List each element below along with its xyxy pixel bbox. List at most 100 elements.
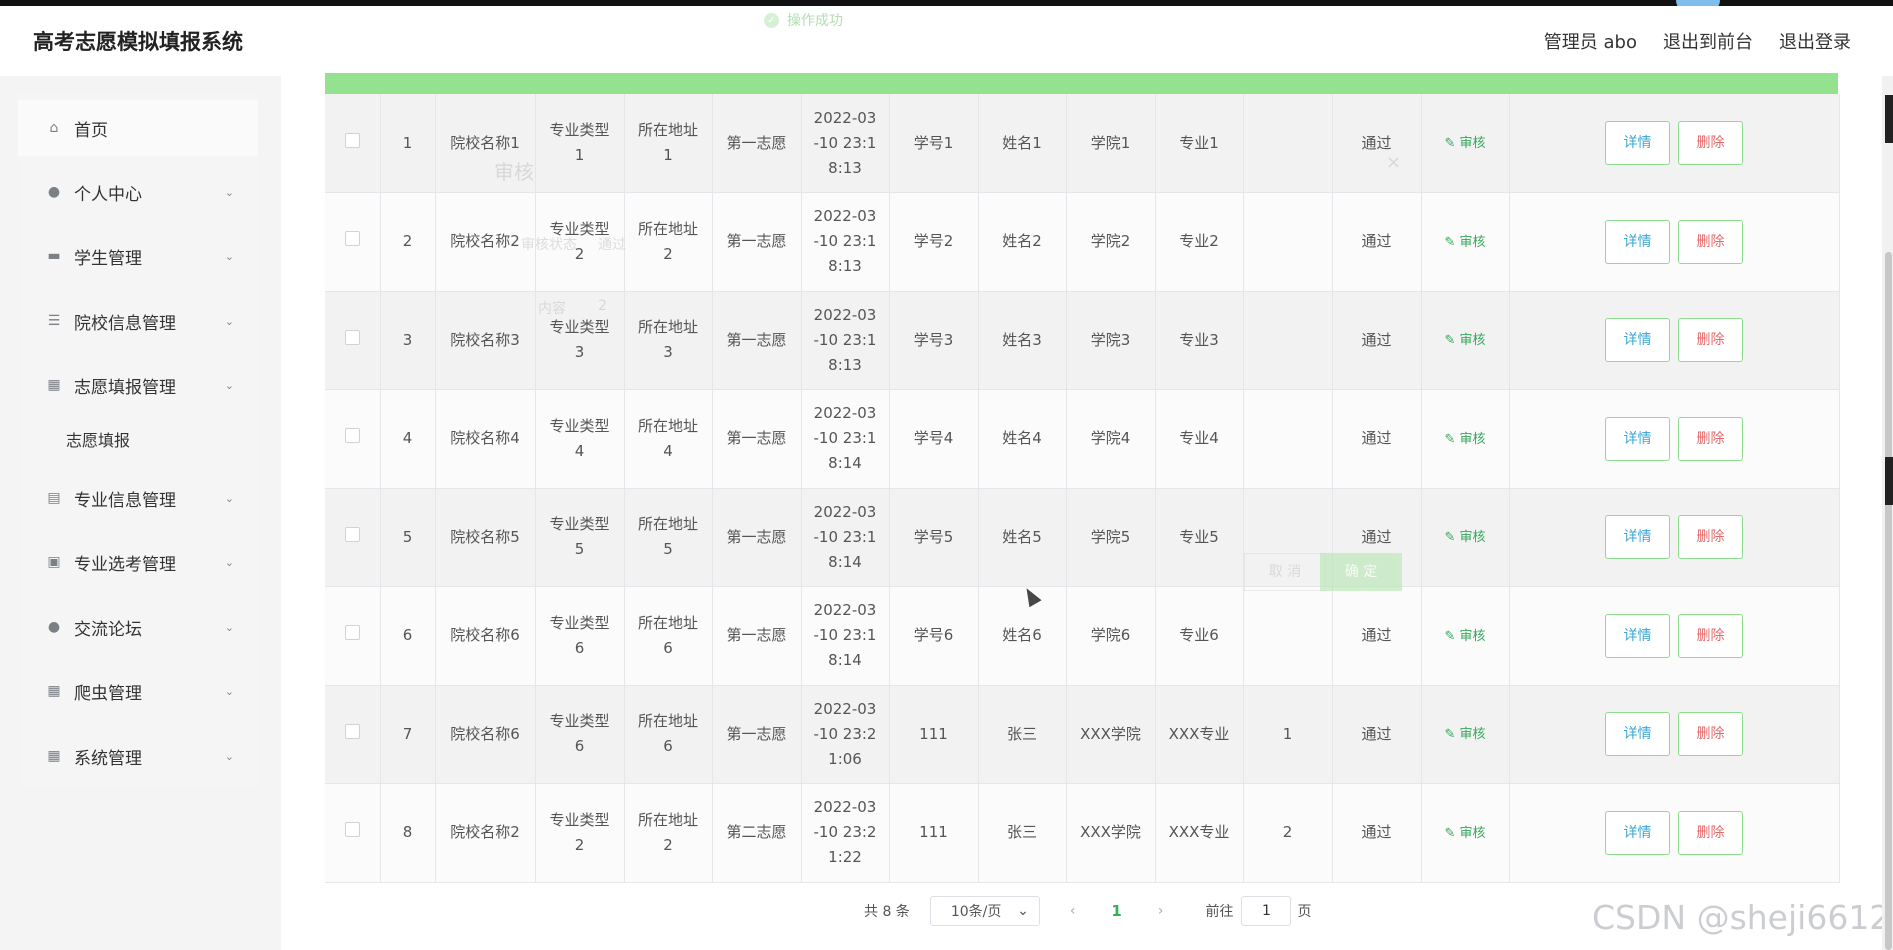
audit-link[interactable]: ✎ 审核 — [1444, 235, 1485, 250]
audit-link[interactable]: ✎ 审核 — [1444, 136, 1485, 151]
cell-college: XXX学院 — [1066, 685, 1156, 784]
table-row: 6 院校名称6 专业类型 6 所在地址 6 第一志愿 2022-03 -10 23:1 8… — [325, 586, 1840, 686]
cell-school: 院校名称3 — [435, 291, 536, 390]
cell-college: 学院1 — [1066, 94, 1156, 193]
cell-type: 专业类型 2 — [535, 783, 625, 883]
actions-cell: 详情 删除 — [1509, 685, 1840, 784]
detail-button[interactable]: 详情 — [1605, 712, 1670, 757]
delete-button[interactable]: 删除 — [1678, 318, 1743, 363]
cell-name: 姓名2 — [978, 192, 1067, 292]
sidebar-item-label: 交流论坛 — [74, 619, 142, 640]
sidebar-item[interactable]: ▬ 学生管理 ⌄ — [18, 228, 258, 284]
sidebar-item[interactable]: ▣ 专业选考管理 ⌄ — [18, 534, 258, 590]
sidebar-item[interactable]: ▤ 专业信息管理 ⌄ — [18, 470, 258, 526]
cell-major: XXX专业 — [1155, 783, 1244, 883]
current-page[interactable]: 1 — [1111, 902, 1121, 920]
cell-extra: 2 — [1243, 783, 1333, 883]
sidebar-item[interactable]: ● 个人中心 ⌄ — [18, 164, 258, 220]
cell-status: 通过 — [1332, 685, 1422, 784]
scroll-marker — [1885, 457, 1893, 505]
data-table: 1 院校名称1 专业类型 1 所在地址 1 第一志愿 2022-03 -10 23:1 8… — [325, 94, 1840, 883]
toast-text: 操作成功 — [787, 13, 843, 29]
actions-cell: 详情 删除 — [1509, 783, 1840, 883]
cell-type: 专业类型 6 — [535, 685, 625, 784]
detail-button[interactable]: 详情 — [1605, 613, 1670, 658]
audit-link[interactable]: ✎ 审核 — [1444, 530, 1485, 545]
detail-button[interactable]: 详情 — [1605, 219, 1670, 264]
audit-link[interactable]: ✎ 审核 — [1444, 629, 1485, 644]
sidebar-item[interactable]: ▦ 爬虫管理 ⌄ — [18, 663, 258, 719]
cell-sid: 学号3 — [889, 291, 979, 390]
audit-cell: ✎ 审核 — [1421, 291, 1510, 390]
edit-icon: ✎ — [1444, 825, 1460, 841]
cell-extra — [1243, 586, 1333, 686]
page-size-select[interactable]: 10条/页 ⌄ — [929, 896, 1040, 926]
detail-button[interactable]: 详情 — [1605, 121, 1670, 165]
user-icon: ● — [47, 619, 61, 635]
row-checkbox[interactable] — [344, 723, 360, 739]
cell-addr: 所在地址 3 — [624, 291, 713, 390]
delete-button[interactable]: 删除 — [1678, 515, 1743, 560]
cell-major: 专业1 — [1155, 94, 1244, 193]
scrollbar-thumb[interactable] — [1885, 252, 1892, 950]
page-size-value: 10条/页 — [950, 904, 1002, 920]
actions-cell: 详情 删除 — [1509, 488, 1840, 587]
goto-label: 前往 — [1205, 904, 1234, 920]
detail-button[interactable]: 详情 — [1605, 416, 1670, 461]
delete-button[interactable]: 删除 — [1678, 416, 1743, 461]
delete-button[interactable]: 删除 — [1678, 810, 1743, 855]
sidebar-item[interactable]: ⌂ 首页 — [18, 100, 258, 156]
page-input[interactable]: 1 — [1241, 896, 1292, 926]
cell-choice: 第一志愿 — [712, 389, 802, 489]
sidebar-item-label: 首页 — [74, 120, 108, 141]
audit-link[interactable]: ✎ 审核 — [1444, 432, 1485, 447]
audit-link[interactable]: ✎ 审核 — [1444, 727, 1485, 742]
cell-no: 5 — [380, 488, 436, 587]
detail-button[interactable]: 详情 — [1605, 515, 1670, 560]
prev-page-button[interactable]: ‹ — [1070, 903, 1076, 919]
list-icon: ☰ — [47, 313, 61, 329]
cell-college: 学院6 — [1066, 586, 1156, 686]
cell-addr: 所在地址 4 — [624, 389, 713, 489]
row-checkbox[interactable] — [344, 625, 360, 641]
next-page-button[interactable]: › — [1158, 903, 1164, 919]
delete-button[interactable]: 删除 — [1678, 121, 1743, 165]
sidebar-item[interactable]: ▦ 系统管理 ⌄ — [18, 728, 258, 784]
sidebar-item[interactable]: ● 交流论坛 ⌄ — [18, 599, 258, 655]
row-checkbox[interactable] — [344, 329, 360, 345]
audit-link[interactable]: ✎ 审核 — [1444, 826, 1485, 841]
logout-link[interactable]: 退出登录 — [1779, 28, 1851, 54]
sidebar-subitem[interactable]: 志愿填报 — [66, 427, 130, 451]
row-checkbox[interactable] — [344, 231, 360, 247]
cell-sid: 111 — [889, 783, 979, 883]
row-checkbox[interactable] — [344, 132, 360, 148]
cell-school: 院校名称6 — [435, 685, 536, 784]
delete-button[interactable]: 删除 — [1678, 712, 1743, 757]
delete-button[interactable]: 删除 — [1678, 219, 1743, 264]
cell-status: 通过 — [1332, 389, 1422, 489]
cell-college: 学院2 — [1066, 192, 1156, 292]
chevron-down-icon: ⌄ — [224, 555, 234, 569]
cell-sid: 学号2 — [889, 192, 979, 292]
grid-icon: ▦ — [47, 683, 61, 699]
detail-button[interactable]: 详情 — [1605, 810, 1670, 855]
cell-time: 2022-03 -10 23:1 8:13 — [801, 291, 890, 390]
row-checkbox[interactable] — [344, 526, 360, 542]
cell-no: 3 — [380, 291, 436, 390]
detail-button[interactable]: 详情 — [1605, 318, 1670, 363]
to-front-link[interactable]: 退出到前台 — [1663, 28, 1753, 54]
cell-extra — [1243, 192, 1333, 292]
sidebar-item[interactable]: ☰ 院校信息管理 ⌄ — [18, 293, 258, 349]
delete-button[interactable]: 删除 — [1678, 613, 1743, 658]
sidebar-item[interactable]: ▦ 志愿填报管理 ⌄ — [18, 357, 258, 413]
check-icon: ✓ — [764, 12, 779, 28]
audit-link[interactable]: ✎ 审核 — [1444, 333, 1485, 348]
cell-college: 学院3 — [1066, 291, 1156, 390]
actions-cell: 详情 删除 — [1509, 94, 1840, 193]
cell-choice: 第二志愿 — [712, 783, 802, 883]
audit-cell: ✎ 审核 — [1421, 783, 1510, 883]
audit-cell: ✎ 审核 — [1421, 389, 1510, 489]
cell-type: 专业类型 6 — [535, 586, 625, 686]
row-checkbox[interactable] — [344, 428, 360, 444]
row-checkbox[interactable] — [344, 822, 360, 838]
